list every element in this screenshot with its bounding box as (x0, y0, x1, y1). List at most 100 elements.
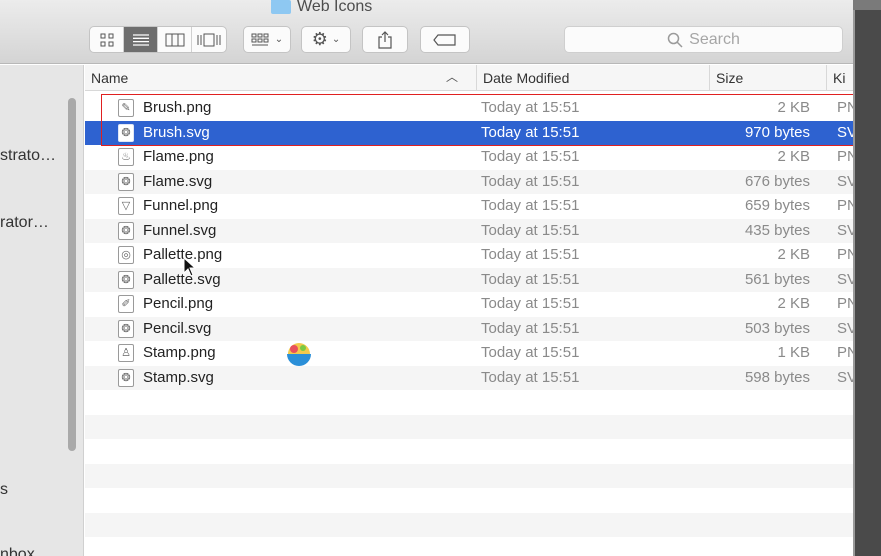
highlight-annotation-box (101, 94, 853, 146)
svg-file-icon: ❂ (118, 368, 134, 387)
search-field[interactable]: Search (564, 26, 843, 53)
column-header-kind-label: Ki (833, 70, 846, 86)
file-row[interactable]: ❂ Pencil.svg Today at 15:51 503 bytes SV (85, 316, 853, 341)
file-date: Today at 15:51 (481, 368, 580, 386)
toolbar: Web Icons ⌄ ⚙ ⌄ Search (0, 0, 853, 64)
icon-view-button[interactable] (90, 27, 124, 52)
file-name: Pencil.svg (143, 319, 212, 337)
action-button[interactable]: ⚙ ⌄ (301, 26, 351, 53)
arrange-grid-icon (251, 33, 269, 45)
chevron-down-icon: ⌄ (331, 34, 341, 45)
share-button[interactable] (362, 26, 408, 53)
file-name: Pallette.svg (143, 270, 221, 288)
file-date: Today at 15:51 (481, 295, 580, 312)
file-row[interactable]: ▽ Funnel.png Today at 15:51 659 bytes PN (85, 194, 853, 219)
file-date: Today at 15:51 (481, 172, 580, 190)
sort-chevron-up-icon: ︿ (445, 70, 458, 84)
file-row[interactable]: ♨ Flame.png Today at 15:51 2 KB PN (85, 145, 853, 170)
stamp-icon: ♙ (118, 344, 134, 362)
app-badge-icon (287, 343, 311, 366)
empty-row (85, 488, 853, 513)
tag-button[interactable] (420, 26, 470, 53)
column-header-bar: Name ︿ Date Modified Size Ki (85, 65, 853, 91)
tag-icon (433, 33, 456, 46)
file-name: Funnel.svg (143, 221, 217, 239)
sidebar-item[interactable]: strato… (0, 147, 56, 165)
file-name: Funnel.png (143, 197, 219, 214)
empty-row (85, 537, 853, 556)
search-icon (667, 32, 683, 48)
sidebar-item[interactable]: nbox (0, 546, 35, 556)
file-date: Today at 15:51 (481, 197, 580, 214)
empty-row (85, 463, 853, 488)
cover-flow-icon (197, 33, 221, 46)
file-size: 561 bytes (744, 270, 810, 288)
column-header-kind[interactable]: Ki (826, 65, 853, 91)
sidebar: strato… rator… s nbox (0, 65, 84, 556)
file-date: Today at 15:51 (481, 319, 580, 337)
file-row[interactable]: ◎ Pallette.png Today at 15:51 2 KB PN (85, 243, 853, 268)
list-view-icon (132, 33, 149, 46)
column-header-date[interactable]: Date Modified (476, 65, 709, 91)
list-view-button[interactable] (124, 27, 158, 52)
file-size: 2 KB (777, 295, 810, 312)
column-header-name[interactable]: Name ︿ (85, 65, 468, 91)
finder-window: Web Icons ⌄ ⚙ ⌄ Search strato… rator… s … (0, 0, 853, 556)
file-kind: PN (837, 295, 853, 312)
file-row[interactable]: ❂ Stamp.svg Today at 15:51 598 bytes SV (85, 365, 853, 390)
file-row[interactable]: ❂ Funnel.svg Today at 15:51 435 bytes SV (85, 218, 853, 243)
file-size: 659 bytes (744, 197, 810, 214)
file-size: 2 KB (777, 246, 810, 263)
empty-row (85, 512, 853, 537)
svg-file-icon: ❂ (118, 270, 134, 289)
column-header-size[interactable]: Size (709, 65, 826, 91)
file-kind: PN (837, 344, 853, 361)
arrange-button[interactable]: ⌄ (243, 26, 291, 53)
file-date: Today at 15:51 (481, 344, 580, 361)
file-name: Pencil.png (143, 295, 214, 312)
empty-row (85, 390, 853, 415)
svg-file-icon: ❂ (118, 172, 134, 191)
sidebar-scrollbar[interactable] (68, 98, 76, 451)
column-view-button[interactable] (158, 27, 192, 52)
file-kind: PN (837, 246, 853, 263)
file-date: Today at 15:51 (481, 148, 580, 165)
window-title-text: Web Icons (297, 0, 373, 15)
file-rows: ✎ Brush.png Today at 15:51 2 KB PN ❂ Brush.sv… (85, 96, 853, 556)
file-row[interactable]: ♙ Stamp.png Today at 15:51 1 KB PN (85, 341, 853, 366)
file-date: Today at 15:51 (481, 221, 580, 239)
flame-icon: ♨ (118, 148, 134, 166)
file-size: 1 KB (777, 344, 810, 361)
empty-row (85, 414, 853, 439)
folder-icon (271, 0, 291, 14)
file-kind: PN (837, 148, 853, 165)
column-header-date-label: Date Modified (483, 70, 570, 86)
file-row[interactable]: ❂ Pallette.svg Today at 15:51 561 bytes SV (85, 267, 853, 292)
file-date: Today at 15:51 (481, 246, 580, 263)
empty-row (85, 439, 853, 464)
file-size: 435 bytes (744, 221, 810, 239)
file-kind: SV (837, 221, 853, 239)
palette-icon: ◎ (118, 246, 134, 264)
gear-icon: ⚙ (311, 29, 328, 49)
file-name: Flame.svg (143, 172, 213, 190)
file-kind: SV (837, 319, 853, 337)
column-header-name-label: Name (91, 70, 129, 86)
svg-file-icon: ❂ (118, 221, 134, 240)
file-size: 2 KB (777, 148, 810, 165)
file-row[interactable]: ❂ Flame.svg Today at 15:51 676 bytes SV (85, 169, 853, 194)
file-name: Stamp.svg (143, 368, 214, 386)
sidebar-item[interactable]: s (0, 481, 8, 499)
chevron-down-icon: ⌄ (274, 34, 284, 45)
window-title: Web Icons (271, 0, 372, 17)
file-kind: PN (837, 197, 853, 214)
column-header-size-label: Size (716, 70, 744, 86)
cover-flow-button[interactable] (192, 27, 226, 52)
sidebar-item[interactable]: rator… (0, 214, 49, 232)
window-edge-divider (853, 0, 855, 556)
file-row[interactable]: ✐ Pencil.png Today at 15:51 2 KB PN (85, 292, 853, 317)
background-window-edge (853, 0, 881, 556)
svg-file-icon: ❂ (118, 319, 134, 338)
file-name: Stamp.png (143, 344, 216, 361)
file-name: Flame.png (143, 148, 214, 165)
